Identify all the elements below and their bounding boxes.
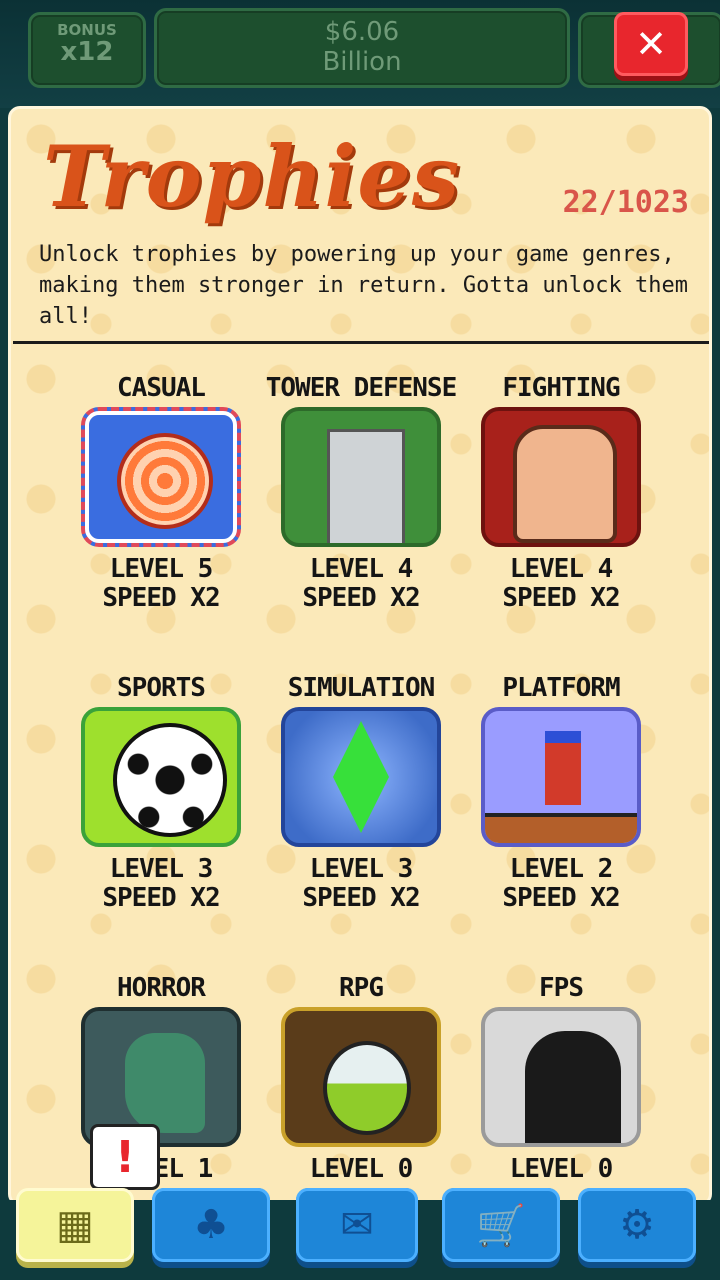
trophy-level: LEVEL 5	[109, 554, 214, 584]
trophy-level: LEVEL 0	[509, 1154, 614, 1184]
green-crystal-icon[interactable]	[281, 707, 441, 847]
fist-icon[interactable]	[481, 407, 641, 547]
close-button[interactable]: ✕	[614, 12, 688, 76]
trophy-fps[interactable]: FPS LEVEL 0	[461, 949, 661, 1184]
close-icon: ✕	[635, 22, 667, 66]
page-title: Trophies	[43, 127, 461, 226]
trophy-rpg[interactable]: RPG LEVEL 0	[261, 949, 461, 1184]
envelope-icon: ✉	[340, 1202, 374, 1248]
trophies-panel: Trophies 22/1023 Unlock trophies by powe…	[8, 106, 712, 1206]
trophy-casual[interactable]: CASUAL LEVEL 5 SPEED X2	[61, 349, 261, 613]
trophy-fighting[interactable]: FIGHTING LEVEL 4 SPEED X2	[461, 349, 661, 613]
alert-icon[interactable]: !	[90, 1124, 160, 1190]
nav-trophies-button[interactable]: ▦	[16, 1188, 134, 1262]
trophy-genre: FPS	[539, 973, 584, 1003]
trophy-tower-defense[interactable]: TOWER DEFENSE LEVEL 4 SPEED X2	[261, 349, 461, 613]
bonus-label: BONUS	[57, 21, 117, 39]
trophy-genre: CASUAL	[117, 373, 206, 403]
trophy-level: LEVEL 4	[509, 554, 614, 584]
trophy-speed: SPEED X2	[102, 583, 220, 613]
bonus-value: x12	[60, 37, 114, 67]
trophy-speed: SPEED X2	[302, 583, 420, 613]
trophy-platform[interactable]: PLATFORM LEVEL 2 SPEED X2	[461, 649, 661, 913]
top-hud: BONUS x12 $6.06 Billion ✕	[0, 0, 720, 108]
money-display: $6.06 Billion	[154, 8, 570, 88]
candy-icon[interactable]	[81, 407, 241, 547]
trophy-speed: SPEED X2	[102, 883, 220, 913]
trophy-level: LEVEL 3	[309, 854, 414, 884]
trophy-genre: TOWER DEFENSE	[265, 373, 458, 403]
trophy-level: LEVEL 4	[309, 554, 414, 584]
nav-settings-button[interactable]: ⚙	[578, 1188, 696, 1262]
nav-luck-button[interactable]: ♣	[152, 1188, 270, 1262]
soldier-silhouette-icon[interactable]	[481, 1007, 641, 1147]
bottom-nav: ▦ ♣ ✉ 🛒 ⚙	[0, 1188, 720, 1280]
trophy-simulation[interactable]: SIMULATION LEVEL 3 SPEED X2	[261, 649, 461, 913]
trophy-genre: SIMULATION	[287, 673, 436, 703]
money-amount: $6.06	[324, 17, 400, 47]
trophy-level: LEVEL 2	[509, 854, 614, 884]
tower-icon[interactable]	[281, 407, 441, 547]
trophy-speed: SPEED X2	[502, 583, 620, 613]
bonus-badge: BONUS x12	[28, 12, 146, 88]
trophy-speed: SPEED X2	[302, 883, 420, 913]
trophy-genre: HORROR	[117, 973, 206, 1003]
gear-icon: ⚙	[619, 1202, 655, 1248]
trophy-count: 22/1023	[562, 185, 689, 220]
nav-mail-button[interactable]: ✉	[296, 1188, 418, 1262]
trophy-speed: SPEED X2	[502, 883, 620, 913]
soccer-ball-icon[interactable]	[81, 707, 241, 847]
money-unit: Billion	[322, 47, 402, 77]
trophy-genre: PLATFORM	[502, 673, 620, 703]
nav-shop-button[interactable]: 🛒	[442, 1188, 560, 1262]
divider	[13, 341, 709, 344]
trophy-genre: FIGHTING	[502, 373, 620, 403]
potion-icon[interactable]	[281, 1007, 441, 1147]
trophy-sports[interactable]: SPORTS LEVEL 3 SPEED X2	[61, 649, 261, 913]
cart-icon: 🛒	[476, 1202, 526, 1249]
trophy-genre: SPORTS	[117, 673, 206, 703]
grid-icon: ▦	[56, 1202, 94, 1248]
trophy-level: LEVEL 3	[109, 854, 214, 884]
trophy-level: LEVEL 0	[309, 1154, 414, 1184]
clover-icon: ♣	[193, 1202, 229, 1248]
trophies-description: Unlock trophies by powering up your game…	[39, 242, 689, 329]
platform-hero-icon[interactable]	[481, 707, 641, 847]
trophy-genre: RPG	[339, 973, 384, 1003]
